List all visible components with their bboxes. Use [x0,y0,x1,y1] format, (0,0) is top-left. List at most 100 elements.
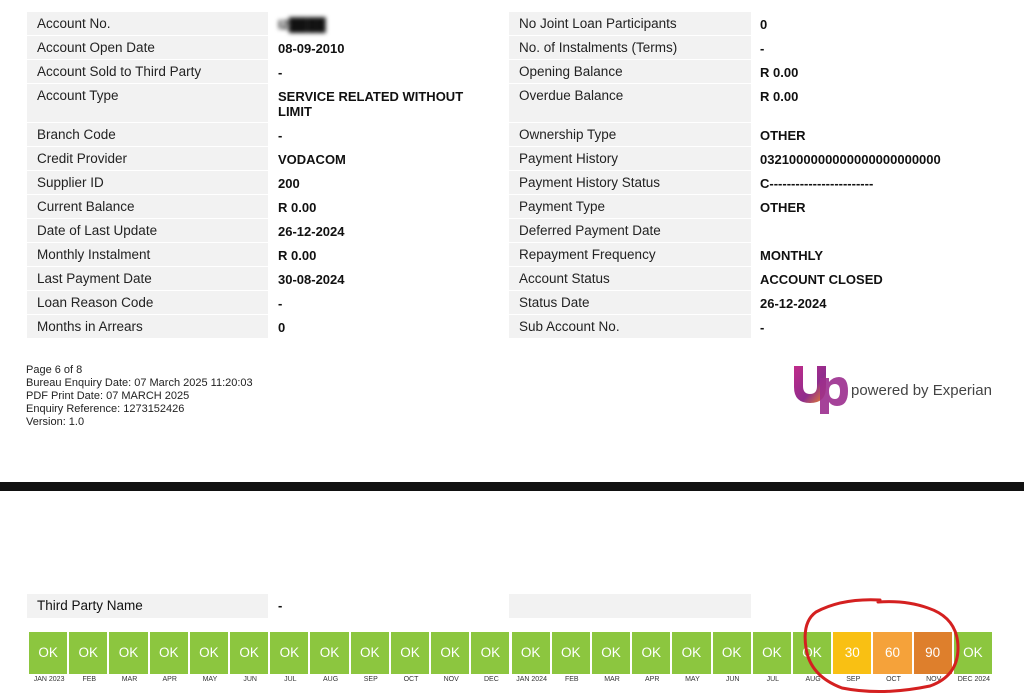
field-label: Opening Balance [509,60,751,83]
history-cell: OK [953,632,994,674]
history-month-label: AUG [322,676,339,683]
field-value: OTHER [760,200,806,215]
history-month-label: SEP [363,676,378,683]
history-cell: OK [390,632,432,674]
field-value: R 0.00 [760,65,799,80]
field-value: R 0.00 [278,200,317,215]
detail-row: Account No. I2████ No Joint Loan Participa… [27,12,767,35]
field-label: Status Date [509,291,751,314]
field-value: - [760,320,765,335]
history-cell: OK [511,632,552,674]
field-label: Repayment Frequency [509,243,751,266]
field-value: 0 [760,17,768,32]
history-cell: 60 [873,632,914,674]
page-divider [0,482,1024,491]
field-label: Account No. [27,12,268,35]
detail-row: Account Open Date 08-09-2010 No. of Instal… [27,36,764,59]
page-number: Page 6 of 8 [26,364,83,376]
field-label: Last Payment Date [27,267,268,290]
field-value: - [278,296,283,311]
field-value: ACCOUNT CLOSED [760,272,883,287]
history-month-label: MAY [685,676,700,683]
report-version: Version: 1.0 [26,416,85,428]
history-month-label: JUN [725,676,740,683]
field-value: MONTHLY [760,248,824,263]
history-cell: 30 [833,632,874,674]
field-label: Account Open Date [27,36,268,59]
experian-logo: powered by Experian [790,356,1000,416]
history-cell: 90 [913,632,954,674]
history-cell: OK [672,632,713,674]
empty-field-box [509,594,751,618]
field-value: OTHER [760,128,806,143]
field-label: Branch Code [27,123,268,146]
history-cell: OK [551,632,592,674]
payment-history-months: JAN 2023 FEB MAR APR MAY JUN JUL AUG SEP OCT NOV DE… [29,676,994,688]
field-label: Account Type [27,84,268,122]
field-label: Overdue Balance [509,84,751,122]
detail-row: Current Balance R 0.00 Payment Type OTHER [27,195,806,218]
history-cell: OK [230,632,271,674]
field-label: Date of Last Update [27,219,268,242]
field-label: Account Sold to Third Party [27,60,268,83]
detail-row: Monthly Instalment R 0.00 Repayment Freque… [27,243,823,266]
history-month-label: FEB [82,676,97,683]
bureau-enquiry-date: Bureau Enquiry Date: 07 March 2025 11:20… [26,377,253,389]
history-month-label: AUG [805,676,821,683]
history-cell: OK [591,632,633,674]
field-value: 0321000000000000000000000 [760,152,941,167]
history-month-label: JUL [766,676,780,683]
history-cell: OK [350,632,391,674]
history-month-label: SEP [846,676,861,683]
history-month-label: OCT [886,676,901,683]
field-label: Credit Provider [27,147,268,170]
field-label: Payment History Status [509,171,751,194]
field-label: Payment History [509,147,751,170]
detail-row: Months in Arrears 0 Sub Account No. - [27,315,764,338]
field-value: - [760,41,765,56]
field-value: 30-08-2024 [278,272,345,287]
detail-row: Account Sold to Third Party - Opening Bala… [27,60,798,83]
detail-row: Last Payment Date 30-08-2024 Account Statu… [27,267,883,290]
history-cell: OK [69,632,110,674]
field-label: Supplier ID [27,171,268,194]
detail-row: Branch Code - Ownership Type OTHER [27,123,806,146]
field-label: No Joint Loan Participants [509,12,751,35]
history-month-label: MAY [202,676,218,683]
report-footer: Page 6 of 8 Bureau Enquiry Date: 07 Marc… [26,364,253,429]
logo-mark-icon [794,366,848,414]
field-label: No. of Instalments (Terms) [509,36,751,59]
enquiry-reference: Enquiry Reference: 1273152426 [26,403,185,415]
history-month-label: JAN 2023 [33,676,65,683]
field-value: VODACOM [278,152,346,167]
payment-history-bar: OK OK OK OK OK OK OK OK OK OK OK OK OK OK OK OK OK OK OK OK… [29,632,994,674]
history-month-label: MAR [604,676,620,683]
field-value: C------------------------ [760,176,874,191]
history-month-label: APR [162,676,177,683]
history-cell: OK [752,632,793,674]
history-cell: OK [109,632,150,674]
history-cell: OK [431,632,472,674]
field-label: Current Balance [27,195,268,218]
field-value: 200 [278,176,300,191]
history-month-label: APR [645,676,660,683]
field-value: - [278,65,283,80]
history-cell: OK [270,632,311,674]
third-party-name-label: Third Party Name [27,594,268,618]
history-month-label: JAN 2024 [516,676,547,683]
detail-row: Account Type SERVICE RELATED WITHOUT LIMI… [27,84,798,122]
field-label: Loan Reason Code [27,291,268,314]
history-month-label: JUN [243,676,257,683]
history-cell: OK [29,632,70,674]
history-month-label: NOV [926,676,942,683]
field-label: Payment Type [509,195,751,218]
field-label: Account Status [509,267,751,290]
field-label: Ownership Type [509,123,751,146]
history-month-label: MAR [121,676,138,683]
history-cell: OK [149,632,190,674]
third-party-name-value: - [278,598,283,613]
field-value: SERVICE RELATED WITHOUT LIMIT [278,89,464,119]
field-value: 26-12-2024 [278,224,345,239]
history-month-label: JUL [284,676,297,683]
field-value: R 0.00 [760,89,799,104]
